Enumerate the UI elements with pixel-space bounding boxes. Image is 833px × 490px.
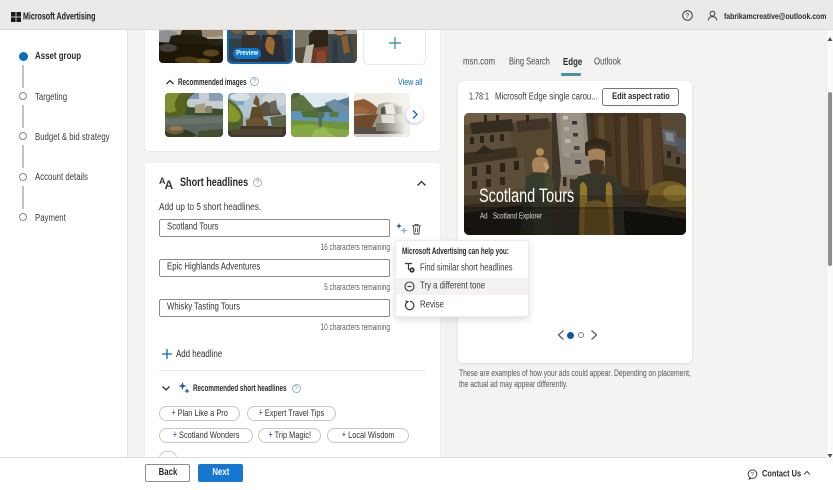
svg-text:?: ? [685,13,689,20]
svg-text:A: A [165,178,174,190]
